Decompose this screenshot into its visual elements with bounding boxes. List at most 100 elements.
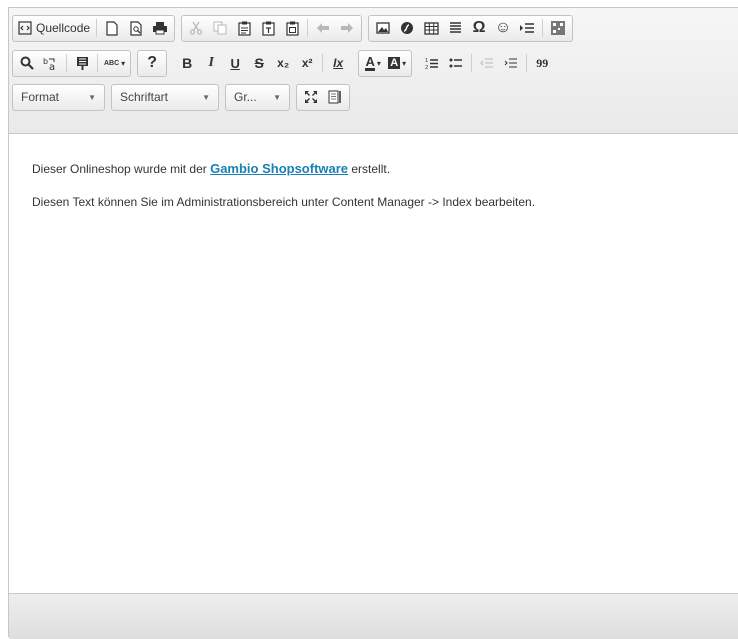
copy-button[interactable] bbox=[208, 17, 232, 40]
insert-group: Ω ☺ bbox=[368, 14, 574, 42]
search-icon bbox=[20, 56, 34, 70]
italic-button[interactable]: I bbox=[199, 52, 223, 75]
smiley-button[interactable]: ☺ bbox=[491, 17, 515, 40]
redo-button[interactable] bbox=[335, 17, 359, 40]
colors-group: A ▾ A ▾ bbox=[358, 49, 413, 77]
source-code-button[interactable]: Quellcode bbox=[15, 17, 93, 40]
replace-button[interactable]: ba bbox=[39, 52, 63, 75]
editor-status-bar bbox=[9, 593, 738, 639]
flash-button[interactable] bbox=[395, 17, 419, 40]
editor-content-area[interactable]: Dieser Onlineshop wurde mit der Gambio S… bbox=[9, 133, 738, 593]
source-code-icon bbox=[18, 21, 32, 35]
undo-button[interactable] bbox=[311, 17, 335, 40]
bold-button[interactable]: B bbox=[175, 52, 199, 75]
svg-text:a: a bbox=[49, 62, 55, 71]
background-color-button[interactable]: A ▾ bbox=[385, 52, 409, 75]
paste-word-button[interactable] bbox=[280, 17, 304, 40]
source-code-label: Quellcode bbox=[36, 21, 91, 35]
table-icon bbox=[423, 21, 439, 35]
preview-icon bbox=[129, 20, 142, 36]
bold-icon: B bbox=[182, 55, 193, 71]
find-button[interactable] bbox=[15, 52, 39, 75]
chevron-down-icon: ▼ bbox=[202, 92, 210, 102]
paragraph-text: erstellt. bbox=[348, 162, 391, 176]
replace-icon: ba bbox=[43, 57, 55, 71]
separator bbox=[526, 54, 528, 72]
remove-format-button[interactable]: Ix bbox=[326, 52, 350, 75]
maximize-icon bbox=[305, 91, 317, 103]
qr-code-button[interactable] bbox=[546, 17, 570, 40]
font-select[interactable]: Schriftart ▼ bbox=[111, 83, 219, 111]
horizontal-line-button[interactable] bbox=[443, 17, 467, 40]
underline-button[interactable]: U bbox=[223, 52, 247, 75]
help-button[interactable]: ? bbox=[140, 52, 164, 75]
separator bbox=[66, 54, 67, 72]
scissors-icon bbox=[189, 21, 203, 35]
paste-icon bbox=[237, 21, 251, 36]
separator bbox=[542, 19, 544, 37]
bulleted-list-icon bbox=[449, 58, 463, 68]
font-size-select[interactable]: Gr... ▼ bbox=[225, 83, 290, 111]
paste-word-icon bbox=[285, 21, 299, 36]
bulleted-list-button[interactable] bbox=[444, 52, 468, 75]
basicstyles-group: B I U S x₂ x² Ix bbox=[173, 50, 352, 77]
smiley-icon: ☺ bbox=[494, 19, 512, 36]
superscript-button[interactable]: x² bbox=[295, 52, 319, 75]
remove-format-icon: Ix bbox=[333, 56, 344, 70]
strikethrough-button[interactable]: S bbox=[247, 52, 271, 75]
toolbar-row-1: Quellcode Ω ☺ bbox=[12, 13, 579, 43]
clipboard-group bbox=[181, 14, 363, 42]
new-page-icon bbox=[106, 20, 118, 36]
indent-button[interactable] bbox=[499, 52, 523, 75]
content-paragraph-2: Diesen Text können Sie im Administration… bbox=[32, 195, 536, 209]
paste-text-icon bbox=[261, 21, 275, 36]
page-break-button[interactable] bbox=[515, 17, 539, 40]
editor-toolbar: Quellcode Ω ☺ b a ABC ▾ ? B I U S x₂ x² … bbox=[9, 8, 738, 134]
omega-icon: Ω bbox=[472, 19, 486, 36]
separator bbox=[322, 54, 324, 72]
content-paragraph-1: Dieser Onlineshop wurde mit der Gambio S… bbox=[32, 161, 738, 176]
separator bbox=[96, 19, 98, 37]
undo-icon bbox=[317, 23, 330, 33]
text-color-button[interactable]: A ▾ bbox=[361, 52, 385, 75]
background-color-icon: A bbox=[388, 57, 401, 69]
numbered-list-button[interactable]: 12 bbox=[420, 52, 444, 75]
show-blocks-button[interactable] bbox=[323, 86, 347, 109]
cut-button[interactable] bbox=[184, 17, 208, 40]
show-blocks-icon bbox=[328, 90, 341, 104]
printer-icon bbox=[153, 22, 168, 35]
spellcheck-button[interactable]: ABC ▾ bbox=[101, 52, 128, 75]
subscript-button[interactable]: x₂ bbox=[271, 52, 295, 75]
maximize-button[interactable] bbox=[299, 86, 323, 109]
tools-group bbox=[296, 83, 350, 111]
paste-text-button[interactable] bbox=[256, 17, 280, 40]
paragraph-text: Dieser Onlineshop wurde mit der bbox=[32, 162, 211, 176]
select-all-button[interactable] bbox=[70, 52, 94, 75]
print-button[interactable] bbox=[148, 17, 172, 40]
separator bbox=[307, 19, 309, 37]
new-page-button[interactable] bbox=[100, 17, 124, 40]
text-color-icon: A bbox=[365, 53, 375, 71]
superscript-icon: x² bbox=[301, 56, 313, 70]
image-icon bbox=[376, 22, 390, 34]
help-group: ? bbox=[137, 49, 168, 77]
outdent-button[interactable] bbox=[475, 52, 499, 75]
qr-code-icon bbox=[551, 21, 566, 35]
paste-button[interactable] bbox=[232, 17, 256, 40]
table-button[interactable] bbox=[419, 17, 443, 40]
italic-icon: I bbox=[208, 55, 214, 70]
special-char-button[interactable]: Ω bbox=[467, 17, 491, 40]
copy-icon bbox=[213, 21, 227, 35]
svg-text:2: 2 bbox=[425, 65, 428, 70]
separator bbox=[97, 54, 98, 72]
format-select[interactable]: Format ▼ bbox=[12, 83, 105, 111]
underline-icon: U bbox=[230, 55, 240, 71]
image-button[interactable] bbox=[371, 17, 395, 40]
gambio-shopsoftware-link[interactable]: Gambio Shopsoftware bbox=[210, 161, 348, 176]
toolbar-row-2: ba ABC ▾ ? B I U S x₂ x² Ix A ▾ A ▾ 1 2 … bbox=[12, 48, 562, 78]
help-icon: ? bbox=[147, 54, 158, 71]
chevron-down-icon: ▼ bbox=[273, 92, 281, 102]
strikethrough-icon: S bbox=[254, 55, 264, 71]
blockquote-button[interactable]: 99 bbox=[530, 52, 554, 75]
preview-button[interactable] bbox=[124, 17, 148, 40]
